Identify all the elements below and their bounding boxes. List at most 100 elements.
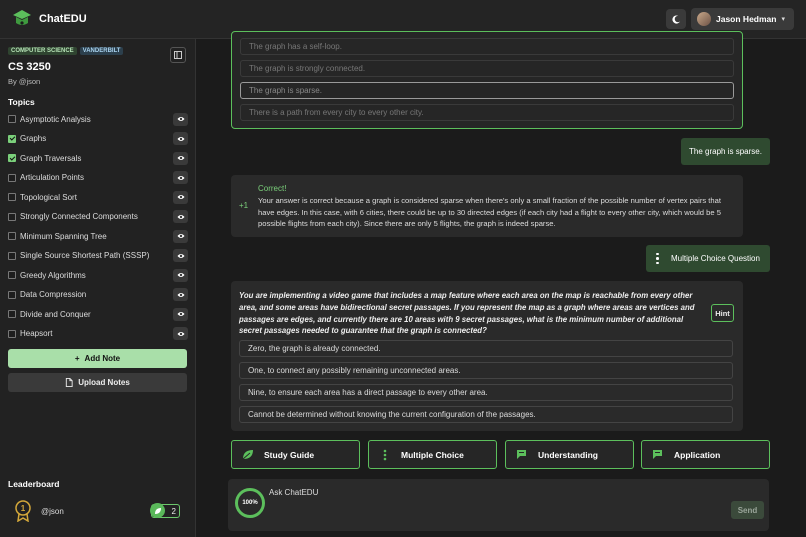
eye-icon[interactable] <box>173 229 188 243</box>
chatedu-logo-icon <box>13 10 31 25</box>
multiple-choice-label: Multiple Choice <box>401 449 464 460</box>
topic-label: Divide and Conquer <box>20 309 91 319</box>
topic-checkbox[interactable] <box>8 173 16 182</box>
answer-option[interactable]: Nine, to ensure each area has a direct p… <box>239 384 733 401</box>
topic-label: Graph Traversals <box>20 153 82 163</box>
eye-icon[interactable] <box>173 190 188 204</box>
understanding-label: Understanding <box>538 449 598 460</box>
topic-checkbox[interactable] <box>8 329 16 338</box>
answer-option[interactable]: Zero, the graph is already connected. <box>239 340 733 357</box>
topics-heading: Topics <box>8 97 35 107</box>
sidebar: COMPUTER SCIENCE VANDERBILT CS 3250 By @… <box>0 39 196 537</box>
topic-item[interactable]: Graph Traversals <box>8 151 188 165</box>
mcq-request-label: Multiple Choice Question <box>671 254 760 263</box>
eye-icon[interactable] <box>173 307 188 321</box>
topic-item[interactable]: Articulation Points <box>8 171 188 185</box>
topic-checkbox[interactable] <box>8 212 16 221</box>
study-guide-label: Study Guide <box>264 449 315 460</box>
topic-item[interactable]: Single Source Shortest Path (SSSP) <box>8 249 188 263</box>
topic-label: Minimum Spanning Tree <box>20 231 107 241</box>
eye-icon[interactable] <box>173 171 188 184</box>
user-name: Jason Hedman <box>716 14 777 24</box>
topic-item[interactable]: Divide and Conquer <box>8 307 188 321</box>
theme-toggle-button[interactable] <box>666 9 686 29</box>
topic-checkbox[interactable] <box>8 115 16 123</box>
topic-label: Single Source Shortest Path (SSSP) <box>20 251 150 260</box>
svg-text:1: 1 <box>21 504 26 513</box>
brand-prefix: Chat <box>39 13 64 25</box>
topic-label: Data Compression <box>20 290 87 299</box>
ask-input[interactable] <box>269 501 729 521</box>
previous-option[interactable]: The graph is strongly connected. <box>240 60 734 77</box>
eye-icon[interactable] <box>173 249 188 262</box>
topic-item[interactable]: Greedy Algorithms <box>8 268 188 282</box>
topic-checkbox[interactable] <box>8 134 16 143</box>
brand-suffix: EDU <box>63 13 87 25</box>
user-menu-button[interactable]: Jason Hedman ▾ <box>691 8 794 30</box>
topic-item[interactable]: Graphs <box>8 132 188 146</box>
upload-notes-label: Upload Notes <box>78 378 130 387</box>
topic-label: Asymptotic Analysis <box>20 114 91 124</box>
avatar <box>697 12 711 26</box>
eye-icon[interactable] <box>173 132 188 145</box>
feedback-title: Correct! <box>258 184 287 193</box>
topic-label: Strongly Connected Components <box>20 212 138 221</box>
previous-option[interactable]: There is a path from every city to every… <box>240 104 734 121</box>
eye-icon[interactable] <box>173 288 188 301</box>
understanding-button[interactable]: Understanding <box>505 440 634 469</box>
add-note-button[interactable]: + Add Note <box>8 349 187 368</box>
leaderboard-score: 2 <box>171 506 176 516</box>
study-guide-button[interactable]: Study Guide <box>231 440 360 469</box>
app-brand[interactable]: ChatEDU <box>39 13 87 25</box>
topic-checkbox[interactable] <box>8 232 16 240</box>
topic-checkbox[interactable] <box>8 251 16 260</box>
leaf-icon <box>150 503 165 518</box>
feedback-card: +1 Correct! Your answer is correct becau… <box>231 175 743 237</box>
leaderboard-title: Leaderboard <box>8 479 60 489</box>
eye-icon[interactable] <box>173 151 188 165</box>
course-author: By @json <box>8 77 41 86</box>
leaderboard-score-badge: 2 <box>150 503 180 518</box>
mcq-request-bubble: Multiple Choice Question <box>646 245 770 272</box>
topic-checkbox[interactable] <box>8 193 16 201</box>
topic-item[interactable]: Data Compression <box>8 288 188 302</box>
answer-option[interactable]: One, to connect any possibly remaining u… <box>239 362 733 379</box>
topic-item[interactable]: Heapsort <box>8 327 188 341</box>
previous-option-selected[interactable]: The graph is sparse. <box>240 82 734 99</box>
user-answer-bubble: The graph is sparse. <box>681 138 770 165</box>
ask-box: 100% Ask ChatEDU Send <box>228 479 769 531</box>
eye-icon[interactable] <box>173 210 188 223</box>
previous-option[interactable]: The graph has a self-loop. <box>240 38 734 55</box>
topic-label: Topological Sort <box>20 192 77 202</box>
chevron-down-icon: ▾ <box>781 16 785 23</box>
application-button[interactable]: Application <box>641 440 770 469</box>
question-text: You are implementing a video game that i… <box>239 291 695 336</box>
answer-option[interactable]: Cannot be determined without knowing the… <box>239 406 733 423</box>
tag-school: VANDERBILT <box>79 47 124 55</box>
topic-checkbox[interactable] <box>8 271 16 279</box>
leaderboard-user: @json <box>41 507 64 516</box>
topic-item[interactable]: Strongly Connected Components <box>8 210 188 224</box>
eye-icon[interactable] <box>173 327 188 340</box>
topic-label: Greedy Algorithms <box>20 270 86 280</box>
topic-item[interactable]: Minimum Spanning Tree <box>8 229 188 243</box>
chat-bubble-icon <box>651 449 665 461</box>
more-vertical-icon <box>378 449 392 461</box>
topic-checkbox[interactable] <box>8 310 16 318</box>
topic-item[interactable]: Asymptotic Analysis <box>8 112 188 126</box>
hint-button[interactable]: Hint <box>711 304 734 322</box>
eye-icon[interactable] <box>173 268 188 282</box>
upload-notes-button[interactable]: Upload Notes <box>8 373 187 392</box>
topic-checkbox[interactable] <box>8 290 16 299</box>
topic-checkbox[interactable] <box>8 154 16 162</box>
collapse-sidebar-button[interactable] <box>170 47 186 63</box>
eye-icon[interactable] <box>173 112 188 126</box>
leaf-icon <box>241 449 255 461</box>
topic-item[interactable]: Topological Sort <box>8 190 188 204</box>
question-card: You are implementing a video game that i… <box>231 281 743 431</box>
ask-label: Ask ChatEDU <box>269 488 319 497</box>
chat-area: The graph has a self-loop. The graph is … <box>196 31 806 537</box>
topic-label: Graphs <box>20 134 47 143</box>
send-button[interactable]: Send <box>731 501 764 519</box>
multiple-choice-button[interactable]: Multiple Choice <box>368 440 497 469</box>
